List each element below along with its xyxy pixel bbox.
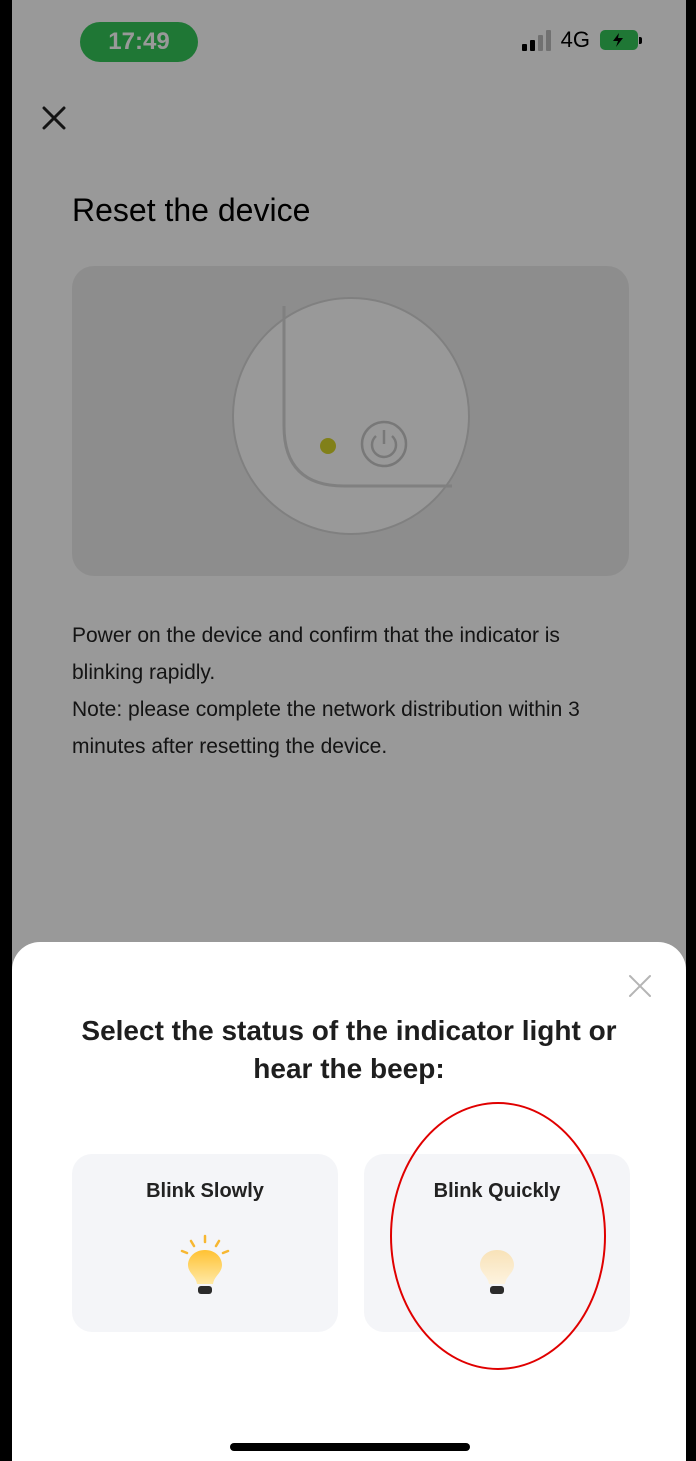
home-indicator [230, 1443, 470, 1451]
option-label: Blink Slowly [146, 1180, 264, 1202]
indicator-status-sheet: Select the status of the indicator light… [12, 942, 686, 1461]
lightbulb-dim-icon [480, 1250, 514, 1294]
sheet-title: Select the status of the indicator light… [52, 1012, 646, 1088]
sheet-title-line: Select the status of the indicator light… [81, 1015, 617, 1046]
lightbulb-on-icon [180, 1234, 230, 1294]
option-label: Blink Quickly [433, 1180, 561, 1202]
blink-slowly-option[interactable]: Blink Slowly [72, 1154, 338, 1332]
close-icon[interactable] [626, 972, 654, 1000]
blink-quickly-option[interactable]: Blink Quickly [364, 1154, 630, 1332]
sheet-title-line: hear the beep: [253, 1053, 445, 1084]
phone-screen: 17:49 4G Reset the device Power on the d… [12, 0, 686, 1461]
